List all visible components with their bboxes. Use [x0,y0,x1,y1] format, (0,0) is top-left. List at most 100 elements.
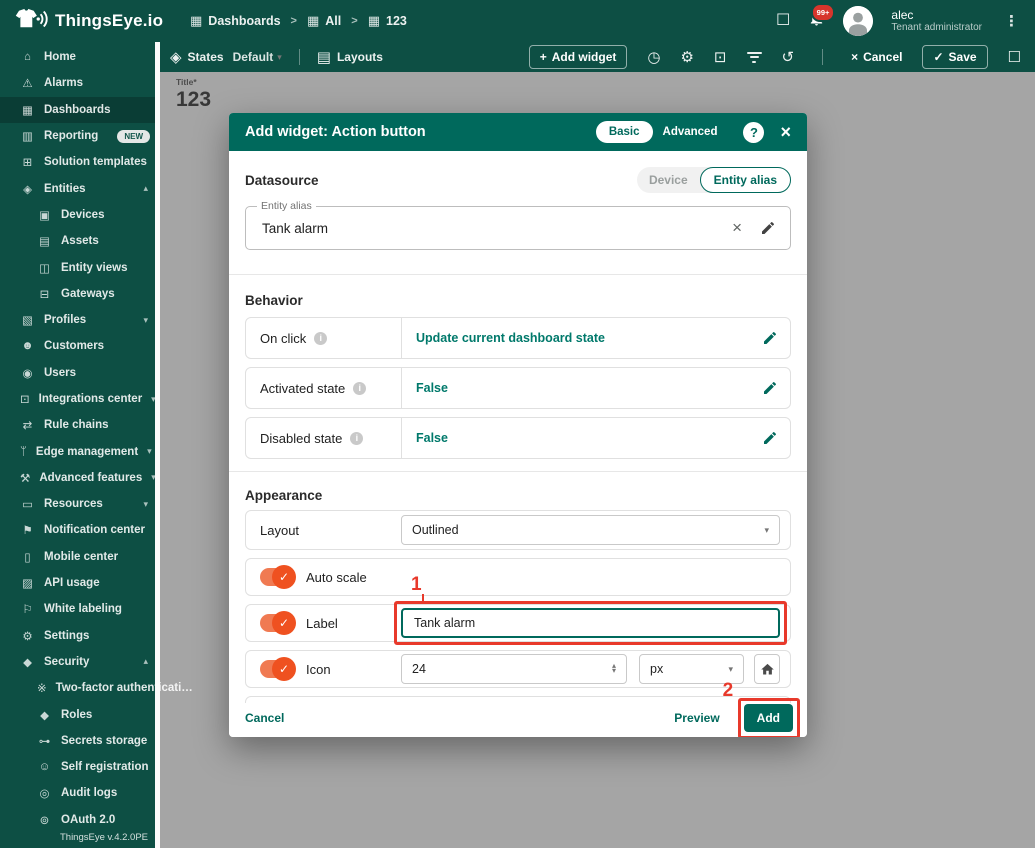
tab-basic[interactable]: Basic [595,121,653,143]
manage-layouts-icon[interactable]: ⊡ [714,50,727,65]
icon-picker-button[interactable] [754,654,780,684]
sidebar-item-advanced-features[interactable]: ⚒ Advanced features ▾ [0,465,160,491]
users-icon: ◉ [22,367,33,380]
more-menu-icon[interactable]: ⋮ [1000,12,1023,30]
resources-folder-icon: ▭ [22,499,33,512]
sidebar-item-settings[interactable]: ⚙ Settings [0,623,160,649]
toggle-check-icon: ✓ [272,657,296,681]
help-icon[interactable]: ? [743,121,765,143]
version-history-icon[interactable]: ↺ [782,50,795,65]
breadcrumb-label: 123 [386,14,407,28]
timewindow-icon[interactable]: ◷ [647,50,660,65]
fullscreen-icon[interactable]: ☐ [776,13,790,29]
layouts-button[interactable]: ▤ Layouts [317,50,383,65]
chevron-down-icon: ▾ [143,498,148,509]
notification-flag-icon: ⚑ [22,525,33,538]
user-info[interactable]: alec Tenant administrator [891,8,982,34]
sidebar-item-edge-management[interactable]: ᛘ Edge management ▾ [0,438,160,464]
edit-pencil-icon[interactable] [762,430,778,446]
sidebar-item-devices[interactable]: ▣ Devices [0,202,160,228]
sidebar-item-white-labeling[interactable]: ⚐ White labeling [0,596,160,622]
breadcrumb: ▦ Dashboards > ▦ All > ▦ 123 [190,13,407,29]
dashboard-title-field[interactable]: Title* 123 [160,72,1035,112]
sidebar-item-self-registration[interactable]: ☺ Self registration [0,754,160,780]
sidebar-item-audit-logs[interactable]: ◎ Audit logs [0,780,160,806]
row-label: On click [246,318,401,358]
auto-scale-toggle[interactable]: ✓ [260,565,296,589]
label-toggle[interactable]: ✓ [260,611,296,635]
sidebar-item-entities[interactable]: ◈ Entities ▴ [0,175,160,201]
icon-size-input[interactable]: 24 ▴ ▾ [401,654,627,684]
datasource-type-toggle: Device Entity alias [636,167,791,193]
sidebar-item-users[interactable]: ◉ Users [0,360,160,386]
sidebar-item-customers[interactable]: ☻ Customers [0,333,160,359]
tab-advanced[interactable]: Advanced [653,121,728,143]
datasource-device-option[interactable]: Device [637,168,700,192]
sidebar-item-rule-chains[interactable]: ⇄ Rule chains [0,412,160,438]
states-button[interactable]: ◈ States [170,50,224,65]
notifications-button[interactable]: 99+ [808,3,836,32]
sidebar-item-oauth[interactable]: ⊚ OAuth 2.0 [0,807,160,833]
logo[interactable]: ThingsEye.io [0,8,168,35]
save-button[interactable]: ✓ Save [922,45,988,69]
sidebar-item-security[interactable]: ◆ Security ▴ [0,649,160,675]
fullscreen-icon[interactable]: ☐ [1008,50,1021,65]
chevron-down-icon: ▾ [277,51,282,62]
sidebar-item-dashboards[interactable]: ▦ Dashboards [0,96,160,123]
add-widget-button[interactable]: + Add widget [528,45,628,69]
sidebar-item-notification-center[interactable]: ⚑ Notification center [0,517,160,543]
label-input[interactable]: Tank alarm [401,608,780,638]
edit-pencil-icon[interactable] [762,330,778,346]
breadcrumb-123[interactable]: ▦ 123 [368,13,407,29]
add-button[interactable]: Add [743,704,793,732]
sidebar-item-profiles[interactable]: ▧ Profiles ▾ [0,307,160,333]
sidebar-item-gateways[interactable]: ⊟ Gateways [0,281,160,307]
breadcrumb-label: All [325,14,342,28]
stepper-down-icon[interactable]: ▾ [612,667,616,675]
datasource-heading: Datasource [245,172,319,188]
states-select[interactable]: Default ▾ [233,50,282,64]
sidebar-item-two-factor[interactable]: ※ Two-factor authenticati… [0,675,193,701]
edit-pencil-icon[interactable] [762,380,778,396]
audit-logs-icon: ◎ [39,788,50,801]
breadcrumb-all[interactable]: ▦ All [307,13,341,29]
shield-icon: ◆ [23,656,32,669]
toolbar-left: ◈ States Default ▾ ▤ Layouts [160,49,383,65]
datasource-entity-alias-option[interactable]: Entity alias [699,167,791,193]
entity-alias-field[interactable]: Entity alias Tank alarm × [245,200,791,250]
edit-pencil-icon[interactable] [760,220,776,236]
sidebar-item-api-usage[interactable]: ▨ API usage [0,570,160,596]
sidebar-item-resources[interactable]: ▭ Resources ▾ [0,491,160,517]
icon-size-value: 24 [412,662,426,676]
sidebar-item-reporting[interactable]: ▥ Reporting NEW [0,123,160,149]
sidebar-item-entity-views[interactable]: ◫ Entity views [0,254,160,280]
sidebar-item-mobile-center[interactable]: ▯ Mobile center [0,544,160,570]
sidebar-item-integrations-center[interactable]: ⊡ Integrations center ▾ [0,386,160,412]
sidebar-item-home[interactable]: ⌂ Home [0,44,160,70]
sidebar-item-secrets-storage[interactable]: ⊶ Secrets storage [0,728,160,754]
dashboard-toolbar: ◈ States Default ▾ ▤ Layouts + Add widge… [160,42,1035,72]
clear-icon[interactable]: × [732,218,742,238]
breadcrumb-label: Dashboards [208,14,281,28]
settings-gear-icon[interactable]: ⚙ [680,50,693,65]
sidebar-item-roles[interactable]: ◆ Roles [0,701,160,727]
sidebar-item-alarms[interactable]: ⚠ Alarms [0,70,160,96]
preview-link[interactable]: Preview [674,711,719,725]
plus-icon: + [539,50,547,64]
sidebar-item-assets[interactable]: ▤ Assets [0,228,160,254]
close-icon[interactable]: × [780,122,791,143]
icon-toggle[interactable]: ✓ [260,657,296,681]
dialog-cancel-link[interactable]: Cancel [245,711,284,725]
sidebar-scrollbar[interactable] [155,42,160,848]
customers-icon: ☻ [21,340,34,353]
auto-scale-label: Auto scale [306,569,367,585]
annotation-step-2: 2 [722,680,734,701]
filter-icon[interactable] [746,51,762,63]
dashboard-grid-icon: ▦ [306,13,320,28]
cancel-edit-button[interactable]: × Cancel [851,50,902,64]
breadcrumb-dashboards[interactable]: ▦ Dashboards [190,13,281,29]
number-stepper[interactable]: ▴ ▾ [612,662,616,675]
avatar[interactable] [843,6,874,36]
layout-select[interactable]: Outlined ▾ [401,515,780,545]
sidebar-item-solution-templates[interactable]: ⊞ Solution templates [0,149,160,175]
